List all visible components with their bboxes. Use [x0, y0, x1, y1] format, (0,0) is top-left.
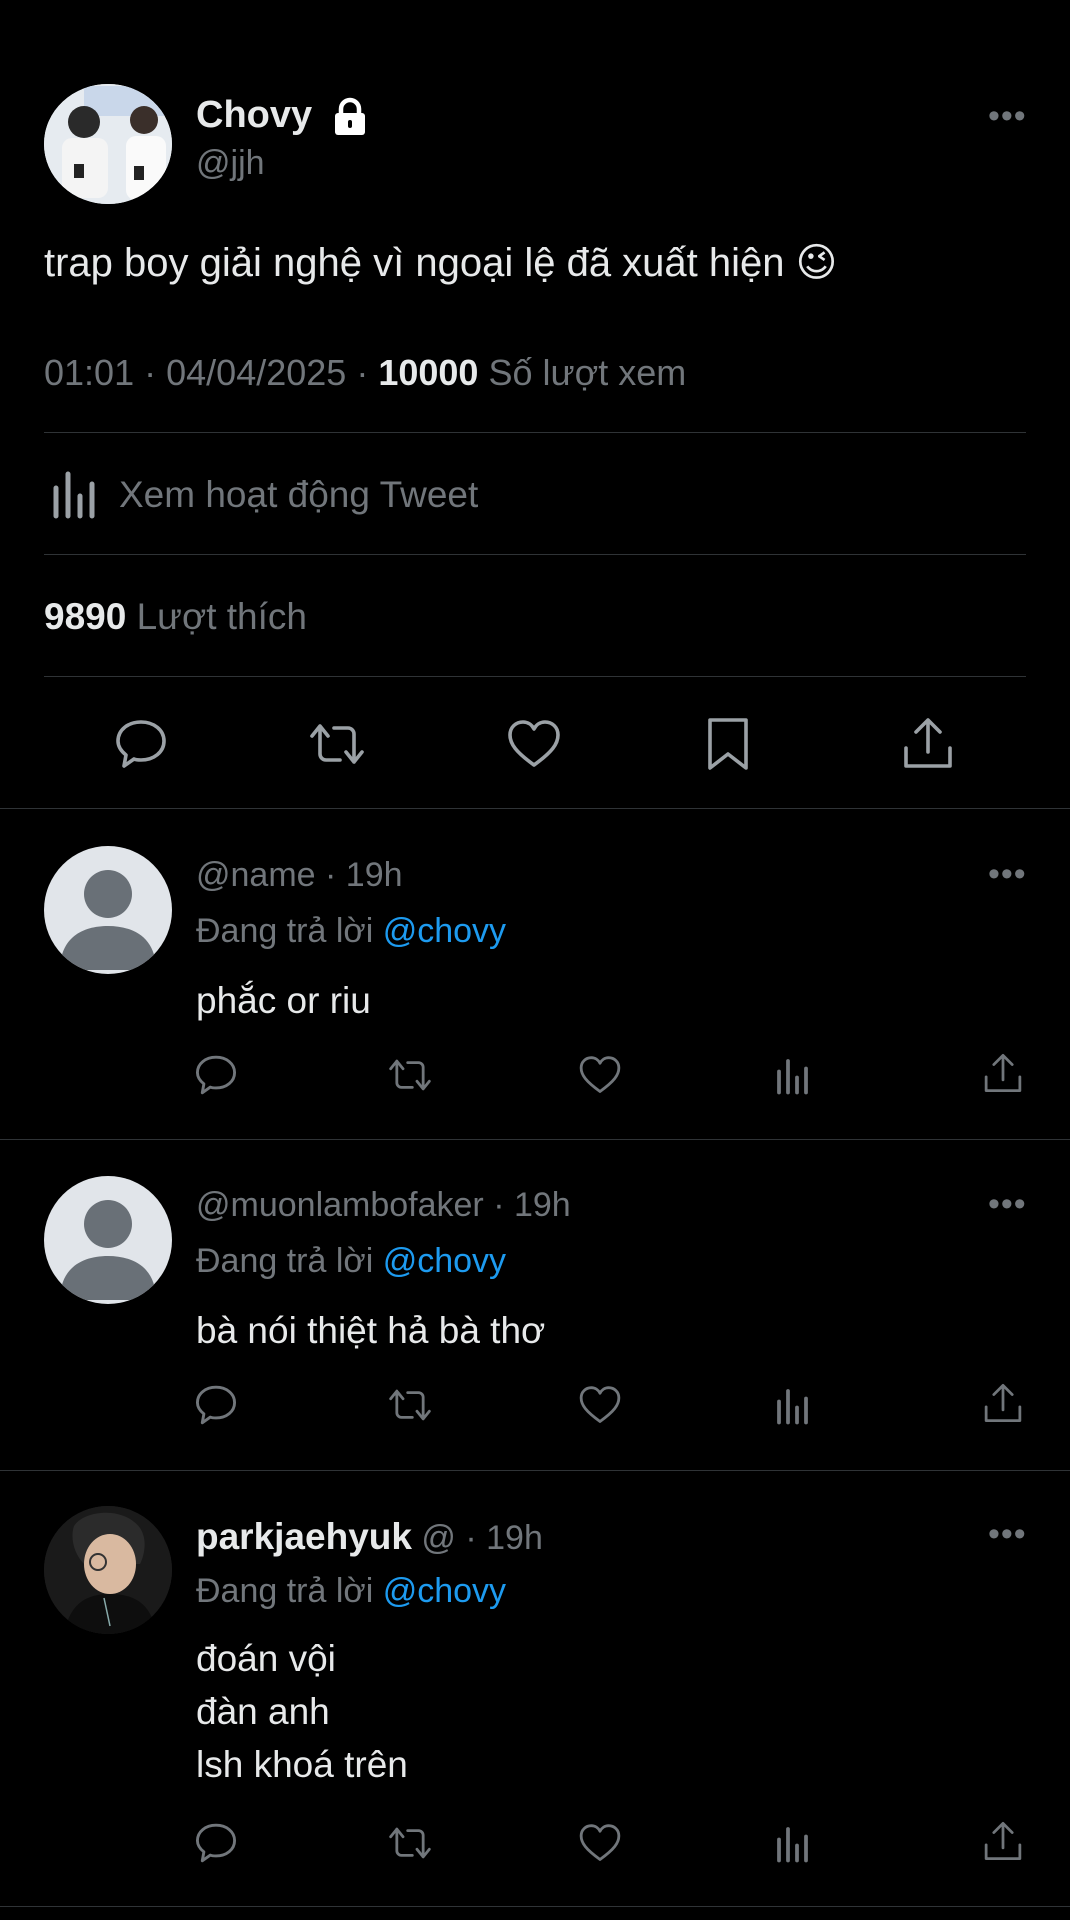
- like-icon[interactable]: [506, 718, 562, 770]
- share-icon[interactable]: [980, 1050, 1026, 1096]
- replying-to: Đang trả lời @chovy: [196, 912, 507, 950]
- reply-text: phắc or riu: [196, 980, 371, 1021]
- likes-count: 9890: [44, 596, 127, 637]
- analytics-icon: [52, 468, 100, 520]
- reply-header: parkjaehyuk @ · 19h: [196, 1516, 543, 1558]
- activity-label: Xem hoạt động Tweet: [119, 474, 479, 515]
- mention-link[interactable]: @chovy: [383, 1242, 506, 1280]
- reply-header: @name · 19h: [196, 856, 403, 895]
- divider: [0, 1906, 1070, 1907]
- reply-time: · 19h: [325, 856, 403, 894]
- replying-to: Đang trả lời @chovy: [196, 1242, 507, 1280]
- reply-icon[interactable]: [114, 718, 168, 770]
- like-icon[interactable]: [578, 1384, 622, 1426]
- divider: [44, 554, 1026, 555]
- views-label: Số lượt xem: [488, 352, 687, 393]
- avatar[interactable]: [44, 1176, 172, 1304]
- divider: [0, 1470, 1070, 1471]
- reply-text: đoán vội đàn anh lsh khoá trên: [196, 1638, 408, 1785]
- retweet-icon[interactable]: [386, 1054, 434, 1096]
- tweet-time: 01:01: [44, 352, 135, 393]
- divider: [0, 808, 1070, 809]
- more-options-icon[interactable]: •••: [988, 857, 1027, 891]
- reply-icon[interactable]: [194, 1822, 238, 1864]
- divider: [0, 1139, 1070, 1140]
- like-icon[interactable]: [578, 1822, 622, 1864]
- reply-time: · 19h: [493, 1186, 571, 1224]
- more-options-icon[interactable]: •••: [988, 99, 1027, 133]
- avatar[interactable]: [44, 846, 172, 974]
- share-icon[interactable]: [980, 1380, 1026, 1426]
- views-icon[interactable]: [776, 1056, 812, 1096]
- display-name[interactable]: Chovy: [196, 94, 312, 137]
- handle[interactable]: @jjh: [196, 144, 265, 183]
- avatar[interactable]: [44, 1506, 172, 1634]
- share-icon[interactable]: [980, 1818, 1026, 1864]
- lock-icon: [331, 97, 369, 137]
- reply-icon[interactable]: [194, 1054, 238, 1096]
- divider: [44, 676, 1026, 677]
- views-count: 10000: [378, 352, 479, 393]
- tweet-text: trap boy giải nghệ vì ngoại lệ đã xuất h…: [44, 241, 838, 285]
- tweet-date: 04/04/2025: [166, 352, 347, 393]
- retweet-icon[interactable]: [386, 1822, 434, 1864]
- handle[interactable]: @name: [196, 856, 316, 894]
- replying-to: Đang trả lời @chovy: [196, 1572, 507, 1610]
- share-icon[interactable]: [898, 714, 958, 772]
- divider: [44, 432, 1026, 433]
- more-options-icon[interactable]: •••: [988, 1517, 1027, 1551]
- handle[interactable]: @: [421, 1519, 456, 1557]
- likes-label: Lượt thích: [136, 596, 307, 637]
- bookmark-icon[interactable]: [704, 716, 752, 772]
- retweet-icon[interactable]: [386, 1384, 434, 1426]
- tweet-meta: 01:01 · 04/04/2025 · 10000 Số lượt xem: [44, 352, 687, 393]
- mention-link[interactable]: @chovy: [383, 1572, 506, 1610]
- display-name[interactable]: parkjaehyuk: [196, 1516, 412, 1557]
- views-icon[interactable]: [776, 1386, 812, 1426]
- handle[interactable]: @muonlambofaker: [196, 1186, 484, 1224]
- likes-summary[interactable]: 9890 Lượt thích: [44, 596, 307, 638]
- reply-text: bà nói thiệt hả bà thơ: [196, 1310, 546, 1351]
- reply-icon[interactable]: [194, 1384, 238, 1426]
- like-icon[interactable]: [578, 1054, 622, 1096]
- retweet-icon[interactable]: [306, 718, 368, 770]
- reply-time: · 19h: [465, 1519, 543, 1557]
- mention-link[interactable]: @chovy: [383, 912, 506, 950]
- more-options-icon[interactable]: •••: [988, 1187, 1027, 1221]
- reply-header: @muonlambofaker · 19h: [196, 1186, 571, 1225]
- avatar[interactable]: [44, 84, 172, 204]
- views-icon[interactable]: [776, 1824, 812, 1864]
